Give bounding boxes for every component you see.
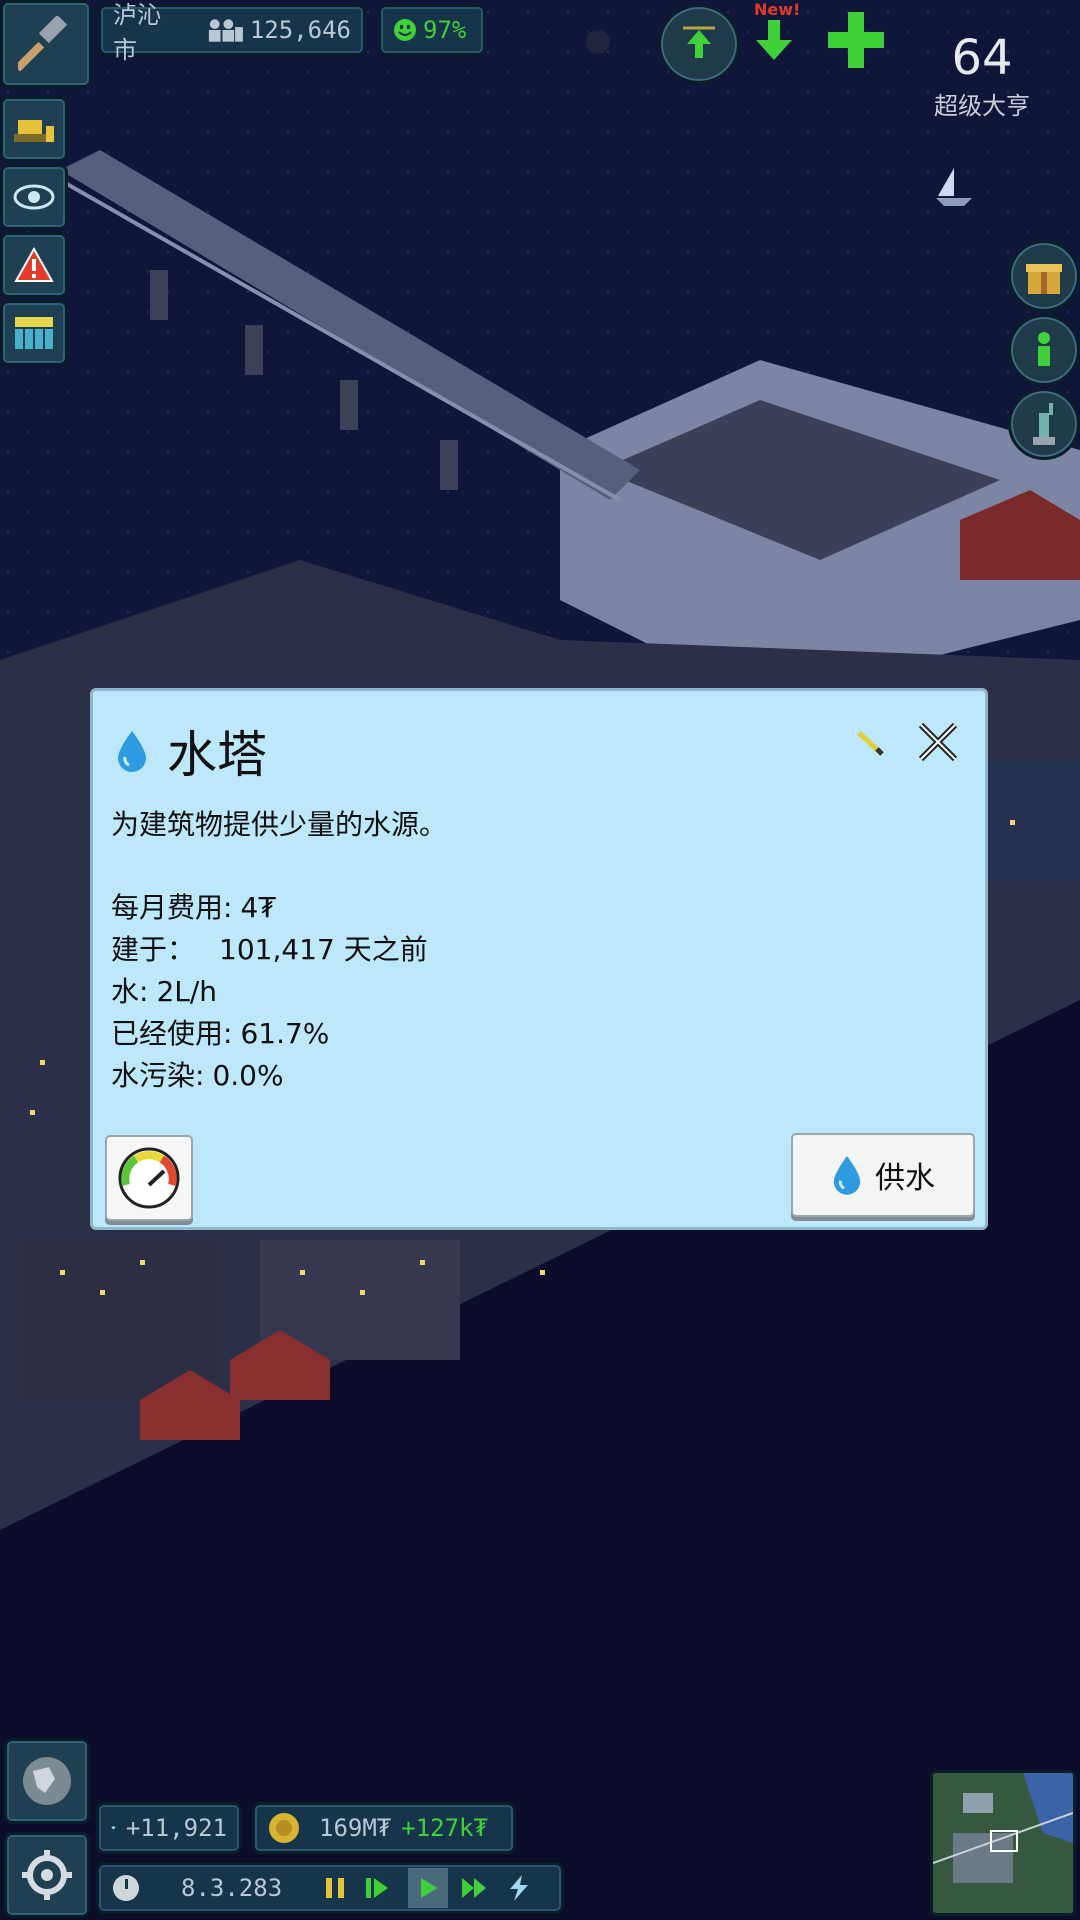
landmark-button[interactable]: [1008, 388, 1080, 460]
eye-icon: [13, 184, 55, 210]
bulldozer-button[interactable]: [0, 96, 68, 162]
water-supply-button[interactable]: 供水: [791, 1133, 975, 1217]
city-name: 泸沁市: [113, 1, 161, 64]
dialog-header: 水塔: [115, 715, 267, 787]
statue-of-liberty-icon: [1033, 403, 1055, 445]
lightning-speed-icon[interactable]: [502, 1873, 536, 1903]
gift-icon: [1026, 264, 1062, 294]
water-supply-label: 供水: [875, 1161, 935, 1196]
fast-forward-icon[interactable]: [460, 1876, 490, 1900]
dialog-title: 水塔: [167, 726, 267, 784]
stat-label: 建于：: [111, 933, 196, 966]
population-value: 125,646: [249, 16, 351, 44]
diamonds-value: +11,921: [125, 1814, 227, 1842]
building-stats: 每月费用: 4₮ 建于： 101,417 天之前 水: 2L/h 已经使用: 61.7%…: [111, 887, 436, 1097]
money-value: 169M₮: [319, 1814, 392, 1842]
player-rank: 64 超级大亨: [934, 30, 1030, 121]
stat-usage: 已经使用: 61.7%: [111, 1013, 436, 1055]
rename-pencil-icon[interactable]: [855, 727, 885, 757]
stat-value: 2L/h: [156, 975, 218, 1008]
gift-button[interactable]: [1008, 240, 1080, 312]
gear-icon: [22, 1850, 72, 1900]
normal-speed-button[interactable]: [408, 1868, 449, 1908]
new-download-button[interactable]: New!: [752, 0, 800, 66]
population-arrow-button[interactable]: [1008, 314, 1080, 386]
building-info-dialog: 水塔 为建筑物提供少量的水源。 每月费用: 4₮ 建于： 101,417 天之前 水…: [90, 688, 988, 1230]
stat-label: 每月费用:: [111, 891, 233, 924]
download-arrow-icon: [756, 20, 792, 60]
world-globe-button[interactable]: [4, 1738, 90, 1824]
city-info-pill[interactable]: 泸沁市 125,646: [98, 1, 366, 64]
building-description: 为建筑物提供少量的水源。: [111, 808, 448, 841]
sailboat-icon[interactable]: [934, 166, 974, 210]
stat-value: 61.7%: [240, 1017, 330, 1050]
settings-button[interactable]: [4, 1832, 90, 1918]
play-icon: [421, 1878, 438, 1898]
smiley-icon: [394, 19, 416, 41]
game-date: 8.3.283: [181, 1874, 283, 1902]
add-plus-button[interactable]: [826, 10, 886, 70]
globe-icon: [23, 1757, 71, 1805]
minimap-image: [933, 1773, 1073, 1913]
water-drop-icon: [833, 1156, 861, 1195]
stat-monthly-cost: 每月费用: 4₮: [111, 887, 436, 929]
warning-icon: [14, 247, 54, 282]
efficiency-gauge-button[interactable]: [105, 1135, 193, 1221]
stat-water-output: 水: 2L/h: [111, 971, 436, 1013]
bulldozer-icon: [14, 120, 54, 142]
stat-value: 101,417 天之前: [219, 933, 428, 966]
clock-icon: [113, 1875, 139, 1901]
time-controls-pill: 8.3.283: [96, 1862, 564, 1914]
happiness-pill[interactable]: 97%: [378, 4, 486, 56]
stat-value: 0.0%: [212, 1059, 284, 1092]
water-drop-icon: [118, 731, 146, 772]
warnings-button[interactable]: [0, 232, 68, 298]
stat-water-pollution: 水污染: 0.0%: [111, 1055, 436, 1097]
rank-label: 超级大亨: [934, 92, 1030, 120]
construction-crane-button[interactable]: [658, 4, 740, 84]
stat-value: 4₮: [240, 891, 277, 924]
money-pill[interactable]: 169M₮ +127k₮: [252, 1802, 516, 1854]
new-badge: New!: [754, 0, 801, 19]
hammer-icon: [18, 16, 68, 72]
rank-number: 64: [951, 30, 1013, 86]
person-up-icon: [1038, 332, 1050, 366]
stat-label: 水:: [111, 975, 149, 1008]
moon-icon: [586, 30, 610, 54]
crane-arrow-icon: [683, 26, 715, 58]
happiness-value: 97%: [423, 16, 467, 44]
stat-label: 已经使用:: [111, 1017, 233, 1050]
view-mode-button[interactable]: [0, 164, 68, 230]
build-hammer-button[interactable]: [0, 0, 92, 88]
pause-icon[interactable]: [324, 1876, 346, 1900]
slow-speed-icon[interactable]: [364, 1876, 390, 1900]
coin-icon: [269, 1813, 299, 1843]
gauge-icon: [118, 1147, 180, 1209]
population-icon: [208, 19, 243, 42]
diamond-icon: [111, 1826, 116, 1830]
close-icon[interactable]: [915, 719, 961, 765]
stat-label: 水污染:: [111, 1059, 205, 1092]
statistics-button[interactable]: [0, 300, 68, 366]
diamonds-pill[interactable]: +11,921: [96, 1802, 242, 1854]
income-value: +127k₮: [401, 1814, 488, 1842]
bar-chart-icon: [15, 317, 53, 349]
stat-built-ago: 建于： 101,417 天之前: [111, 929, 436, 971]
minimap[interactable]: [930, 1770, 1076, 1916]
